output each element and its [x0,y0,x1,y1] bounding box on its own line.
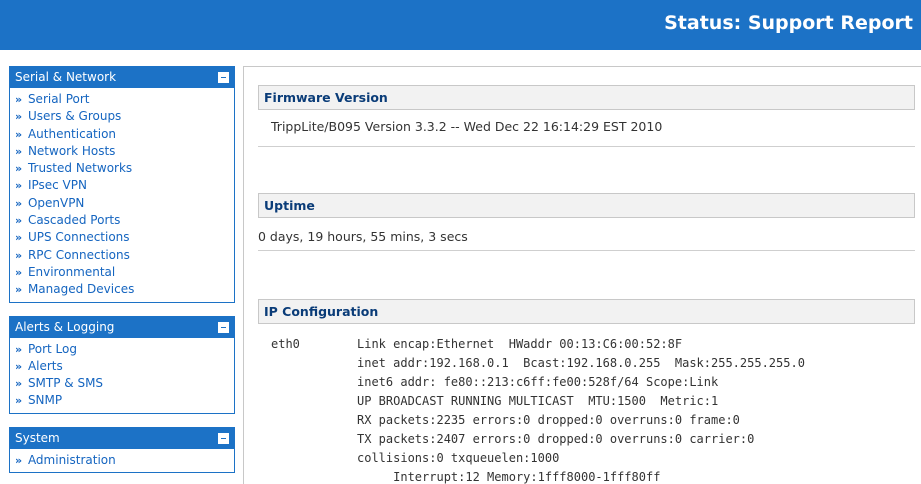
chevron-right-icon: » [15,342,23,356]
section-header-firmware: Firmware Version [258,85,915,110]
chevron-right-icon: » [15,231,23,245]
chevron-right-icon: » [15,283,23,297]
sidebar-item-users-groups[interactable]: » Users & Groups [15,108,230,125]
sidebar-item-managed-devices[interactable]: » Managed Devices [15,281,230,298]
sidebar-item-serial-port[interactable]: » Serial Port [15,91,230,108]
menu-title: Alerts & Logging [15,319,115,334]
section-header-uptime: Uptime [258,193,915,218]
sidebar-item-label: OpenVPN [27,195,85,210]
chevron-right-icon: » [15,377,23,391]
divider [258,250,915,251]
chevron-right-icon: » [15,144,23,158]
chevron-right-icon: » [15,162,23,176]
menu-title: System [15,430,60,445]
menu-system: System » Administration [9,426,235,474]
chevron-right-icon: » [15,359,23,373]
sidebar-item-smtp-sms[interactable]: » SMTP & SMS [15,375,230,392]
menu-list: » Serial Port» Users & Groups» Authentic… [10,88,234,302]
firmware-version-text: TrippLite/B095 Version 3.3.2 -- Wed Dec … [271,119,663,134]
menu-list: » Administration [10,449,234,472]
menu-alerts-logging: Alerts & Logging » Port Log» Alerts» SMT… [9,315,235,414]
sidebar-item-label: Users & Groups [27,109,122,124]
page-title: Status: Support Report [664,12,913,34]
chevron-right-icon: » [15,394,23,408]
sidebar-item-environmental[interactable]: » Environmental [15,264,230,281]
sidebar: Serial & Network » Serial Port» Users & … [9,66,235,484]
chevron-right-icon: » [15,110,23,124]
sidebar-item-alerts[interactable]: » Alerts [15,358,230,375]
sidebar-item-label: UPS Connections [27,230,130,245]
collapse-icon[interactable] [218,432,229,444]
sidebar-item-ups-connections[interactable]: » UPS Connections [15,229,230,246]
divider [258,146,915,147]
menu-title: Serial & Network [15,70,117,84]
ip-config-line: Link encap:Ethernet HWaddr 00:13:C6:00:5… [357,337,683,351]
chevron-right-icon: » [15,214,23,228]
menu-serial-network: Serial & Network » Serial Port» Users & … [9,66,235,303]
chevron-right-icon: » [15,127,23,141]
uptime-text: 0 days, 19 hours, 55 mins, 3 secs [258,229,468,244]
collapse-icon[interactable] [218,321,229,333]
sidebar-item-openvpn[interactable]: » OpenVPN [15,195,230,212]
chevron-right-icon: » [15,265,23,279]
ip-config-line: TX packets:2407 errors:0 dropped:0 overr… [357,432,755,446]
menu-header-alerts-logging[interactable]: Alerts & Logging [10,316,234,338]
main-panel: Firmware Version TrippLite/B095 Version … [243,66,921,484]
sidebar-item-label: Trusted Networks [27,161,133,176]
chevron-right-icon: » [15,248,23,262]
menu-header-serial-network[interactable]: Serial & Network [10,67,234,88]
ip-config-line: inet6 addr: fe80::213:c6ff:fe00:528f/64 … [357,375,719,389]
menu-list: » Port Log» Alerts» SMTP & SMS» SNMP [10,338,234,413]
sidebar-item-label: Administration [27,452,116,467]
sidebar-item-label: Alerts [27,358,63,373]
sidebar-item-label: Managed Devices [27,282,135,297]
sidebar-item-network-hosts[interactable]: » Network Hosts [15,143,230,160]
sidebar-item-authentication[interactable]: » Authentication [15,126,230,143]
sidebar-item-label: RPC Connections [27,247,130,262]
sidebar-item-label: Port Log [27,341,77,356]
collapse-icon[interactable] [218,72,229,83]
ip-config-line: Interrupt:12 Memory:1fff8000-1fff80ff [357,470,661,484]
chevron-right-icon: » [15,179,23,193]
sidebar-item-ipsec-vpn[interactable]: » IPsec VPN [15,177,230,194]
sidebar-item-rpc-connections[interactable]: » RPC Connections [15,247,230,264]
sidebar-item-label: SMTP & SMS [27,376,104,391]
ip-config-line: inet addr:192.168.0.1 Bcast:192.168.0.25… [357,356,805,370]
sidebar-item-port-log[interactable]: » Port Log [15,341,230,358]
sidebar-item-administration[interactable]: » Administration [15,452,230,469]
ip-config-line: collisions:0 txqueuelen:1000 [357,451,560,465]
menu-header-system[interactable]: System [10,427,234,449]
sidebar-item-label: SNMP [27,393,63,408]
interface-name: eth0 [271,337,300,351]
ip-config-line: RX packets:2235 errors:0 dropped:0 overr… [357,413,740,427]
ip-config-line: UP BROADCAST RUNNING MULTICAST MTU:1500 … [357,394,719,408]
sidebar-item-cascaded-ports[interactable]: » Cascaded Ports [15,212,230,229]
section-header-ip-config: IP Configuration [258,299,915,324]
chevron-right-icon: » [15,196,23,210]
sidebar-item-label: Network Hosts [27,143,116,158]
sidebar-item-label: Cascaded Ports [27,213,121,228]
sidebar-item-trusted-networks[interactable]: » Trusted Networks [15,160,230,177]
sidebar-item-snmp[interactable]: » SNMP [15,392,230,409]
sidebar-item-label: IPsec VPN [27,178,87,193]
top-banner: Status: Support Report [0,0,921,50]
sidebar-item-label: Authentication [27,126,117,141]
chevron-right-icon: » [15,93,23,106]
sidebar-item-label: Environmental [27,264,116,279]
sidebar-item-label: Serial Port [27,92,90,106]
chevron-right-icon: » [15,453,23,467]
